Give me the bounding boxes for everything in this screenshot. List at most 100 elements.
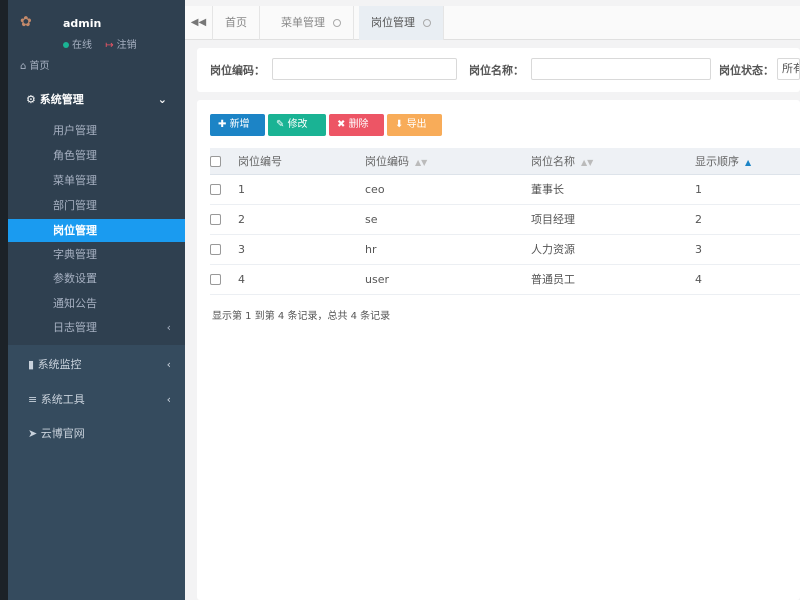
- nav-system-tools[interactable]: ≡ 系统工具 ‹: [8, 387, 185, 413]
- post-code-input[interactable]: [272, 58, 457, 80]
- tab-bar: ◀◀ 首页 菜单管理 岗位管理: [185, 6, 800, 40]
- post-table: 岗位编号 岗位编码 ▲▼ 岗位名称 ▲▼ 显示顺序 ▲ 1 ceo 董事长 1 2: [210, 148, 800, 295]
- col-display-order[interactable]: 显示顺序 ▲: [695, 148, 800, 175]
- bars-icon: ≡: [28, 393, 41, 406]
- cell-post-name: 项目经理: [531, 204, 695, 235]
- cell-display-order: 3: [695, 234, 800, 265]
- table-row[interactable]: 4 user 普通员工 4: [210, 264, 800, 295]
- chevron-left-icon: ‹: [166, 321, 171, 334]
- edit-button[interactable]: ✎ 修改: [268, 114, 326, 136]
- logout-label: 注销: [116, 40, 137, 51]
- col-post-code-label: 岗位编码: [365, 154, 409, 168]
- cell-post-name: 普通员工: [531, 264, 695, 295]
- cell-display-order: 4: [695, 264, 800, 295]
- sidebar-item-dictionary[interactable]: 字典管理: [8, 243, 185, 266]
- user-panel: ✿ admin 在线 ↦ 注销: [8, 0, 185, 56]
- delete-label: 删除: [348, 119, 369, 130]
- edit-icon: ✎: [276, 119, 288, 130]
- online-label: 在线: [72, 40, 92, 51]
- col-post-id[interactable]: 岗位编号: [238, 148, 365, 175]
- sidebar-item-menus[interactable]: 菜单管理: [8, 169, 185, 192]
- export-button[interactable]: ⬇ 导出: [387, 114, 442, 136]
- sort-asc-icon: ▲: [745, 157, 752, 167]
- nav-system-monitor[interactable]: ▮ 系统监控 ‹: [8, 352, 185, 378]
- post-status-select[interactable]: 所有: [777, 58, 800, 80]
- cell-post-code: ceo: [365, 174, 531, 205]
- col-post-name[interactable]: 岗位名称 ▲▼: [531, 148, 695, 175]
- row-select-cell: [210, 174, 238, 205]
- edit-label: 修改: [287, 119, 308, 130]
- sidebar-item-departments[interactable]: 部门管理: [8, 194, 185, 217]
- sidebar-item-logs[interactable]: 日志管理 ‹: [8, 316, 185, 339]
- logout-icon: ↦: [105, 40, 114, 51]
- pagination-info: 显示第 1 到第 4 条记录，总共 4 条记录: [212, 311, 391, 322]
- table-header-row: 岗位编号 岗位编码 ▲▼ 岗位名称 ▲▼ 显示顺序 ▲: [210, 148, 800, 175]
- nav-home-label: 首页: [29, 61, 50, 72]
- main-area: ◀◀ 首页 菜单管理 岗位管理 岗位编码： 岗位名称： 岗位状态： 所有 ✚ 新…: [185, 0, 800, 600]
- table-row[interactable]: 1 ceo 董事长 1: [210, 174, 800, 205]
- search-panel: 岗位编码： 岗位名称： 岗位状态： 所有: [197, 48, 800, 92]
- video-icon: ▮: [28, 358, 38, 371]
- cell-post-code: user: [365, 264, 531, 295]
- nav-home[interactable]: ⌂ 首页: [20, 57, 50, 72]
- send-icon: ➤: [28, 427, 41, 440]
- nav-system-management[interactable]: ⚙ 系统管理 ⌄: [8, 88, 185, 112]
- select-all-checkbox[interactable]: [210, 155, 221, 167]
- nav-website-label: 云博官网: [40, 427, 85, 440]
- tab-post-label: 岗位管理: [371, 16, 415, 29]
- tab-menu-management[interactable]: 菜单管理: [269, 6, 354, 40]
- chevron-left-icon: ‹: [166, 393, 171, 406]
- sidebar: ✿ admin 在线 ↦ 注销 ⌂ 首页 ⚙ 系统管理 ⌄ 用户管理 角色管理 菜…: [8, 0, 185, 600]
- table-row[interactable]: 3 hr 人力资源 3: [210, 234, 800, 265]
- add-label: 新增: [229, 119, 250, 130]
- cell-post-code: se: [365, 204, 531, 235]
- tab-close-icon[interactable]: [423, 19, 431, 27]
- tab-post-management[interactable]: 岗位管理: [359, 6, 444, 40]
- sidebar-item-params[interactable]: 参数设置: [8, 267, 185, 290]
- row-select-cell: [210, 204, 238, 235]
- content-panel: ✚ 新增 ✎ 修改 ✖ 删除 ⬇ 导出 岗位编号 岗位编码 ▲▼ 岗位名称 ▲▼ 显…: [197, 100, 800, 600]
- row-select-cell: [210, 264, 238, 295]
- user-status: 在线 ↦ 注销: [63, 36, 137, 51]
- sidebar-item-roles[interactable]: 角色管理: [8, 144, 185, 167]
- gear-icon: ⚙: [26, 93, 40, 106]
- sort-icon: ▲▼: [415, 157, 428, 167]
- row-select-cell: [210, 234, 238, 265]
- cell-post-code: hr: [365, 234, 531, 265]
- row-checkbox[interactable]: [210, 274, 221, 285]
- col-post-code[interactable]: 岗位编码 ▲▼: [365, 148, 531, 175]
- tab-close-icon[interactable]: [333, 19, 341, 27]
- nav-website[interactable]: ➤ 云博官网: [8, 421, 185, 447]
- cell-post-name: 董事长: [531, 174, 695, 205]
- tab-scroll-left-icon[interactable]: ◀◀: [185, 6, 213, 40]
- plus-icon: ✚: [218, 119, 230, 130]
- select-all-cell: [210, 148, 238, 175]
- logout-link[interactable]: ↦ 注销: [105, 40, 136, 51]
- nav-tools-label: 系统工具: [40, 393, 85, 406]
- row-checkbox[interactable]: [210, 244, 221, 255]
- cell-post-id: 1: [238, 174, 365, 205]
- tab-home[interactable]: 首页: [213, 6, 260, 40]
- delete-button[interactable]: ✖ 删除: [329, 114, 384, 136]
- add-button[interactable]: ✚ 新增: [210, 114, 265, 136]
- col-display-order-label: 显示顺序: [695, 154, 739, 168]
- user-avatar-icon[interactable]: ✿: [20, 14, 38, 32]
- tab-home-label: 首页: [225, 16, 247, 29]
- cell-post-id: 4: [238, 264, 365, 295]
- sidebar-item-posts[interactable]: 岗位管理: [8, 219, 185, 242]
- sidebar-item-notices[interactable]: 通知公告: [8, 292, 185, 315]
- sidebar-item-users[interactable]: 用户管理: [8, 119, 185, 142]
- home-icon: ⌂: [20, 61, 30, 72]
- post-name-input[interactable]: [531, 58, 711, 80]
- cell-display-order: 2: [695, 204, 800, 235]
- col-post-id-label: 岗位编号: [238, 154, 282, 168]
- row-checkbox[interactable]: [210, 214, 221, 225]
- row-checkbox[interactable]: [210, 184, 221, 195]
- post-name-label: 岗位名称：: [469, 64, 524, 77]
- download-icon: ⬇: [395, 119, 407, 130]
- table-row[interactable]: 2 se 项目经理 2: [210, 204, 800, 235]
- chevron-left-icon: ‹: [166, 358, 171, 371]
- tab-menu-label: 菜单管理: [281, 16, 325, 29]
- sort-icon: ▲▼: [581, 157, 594, 167]
- post-code-label: 岗位编码：: [210, 64, 265, 77]
